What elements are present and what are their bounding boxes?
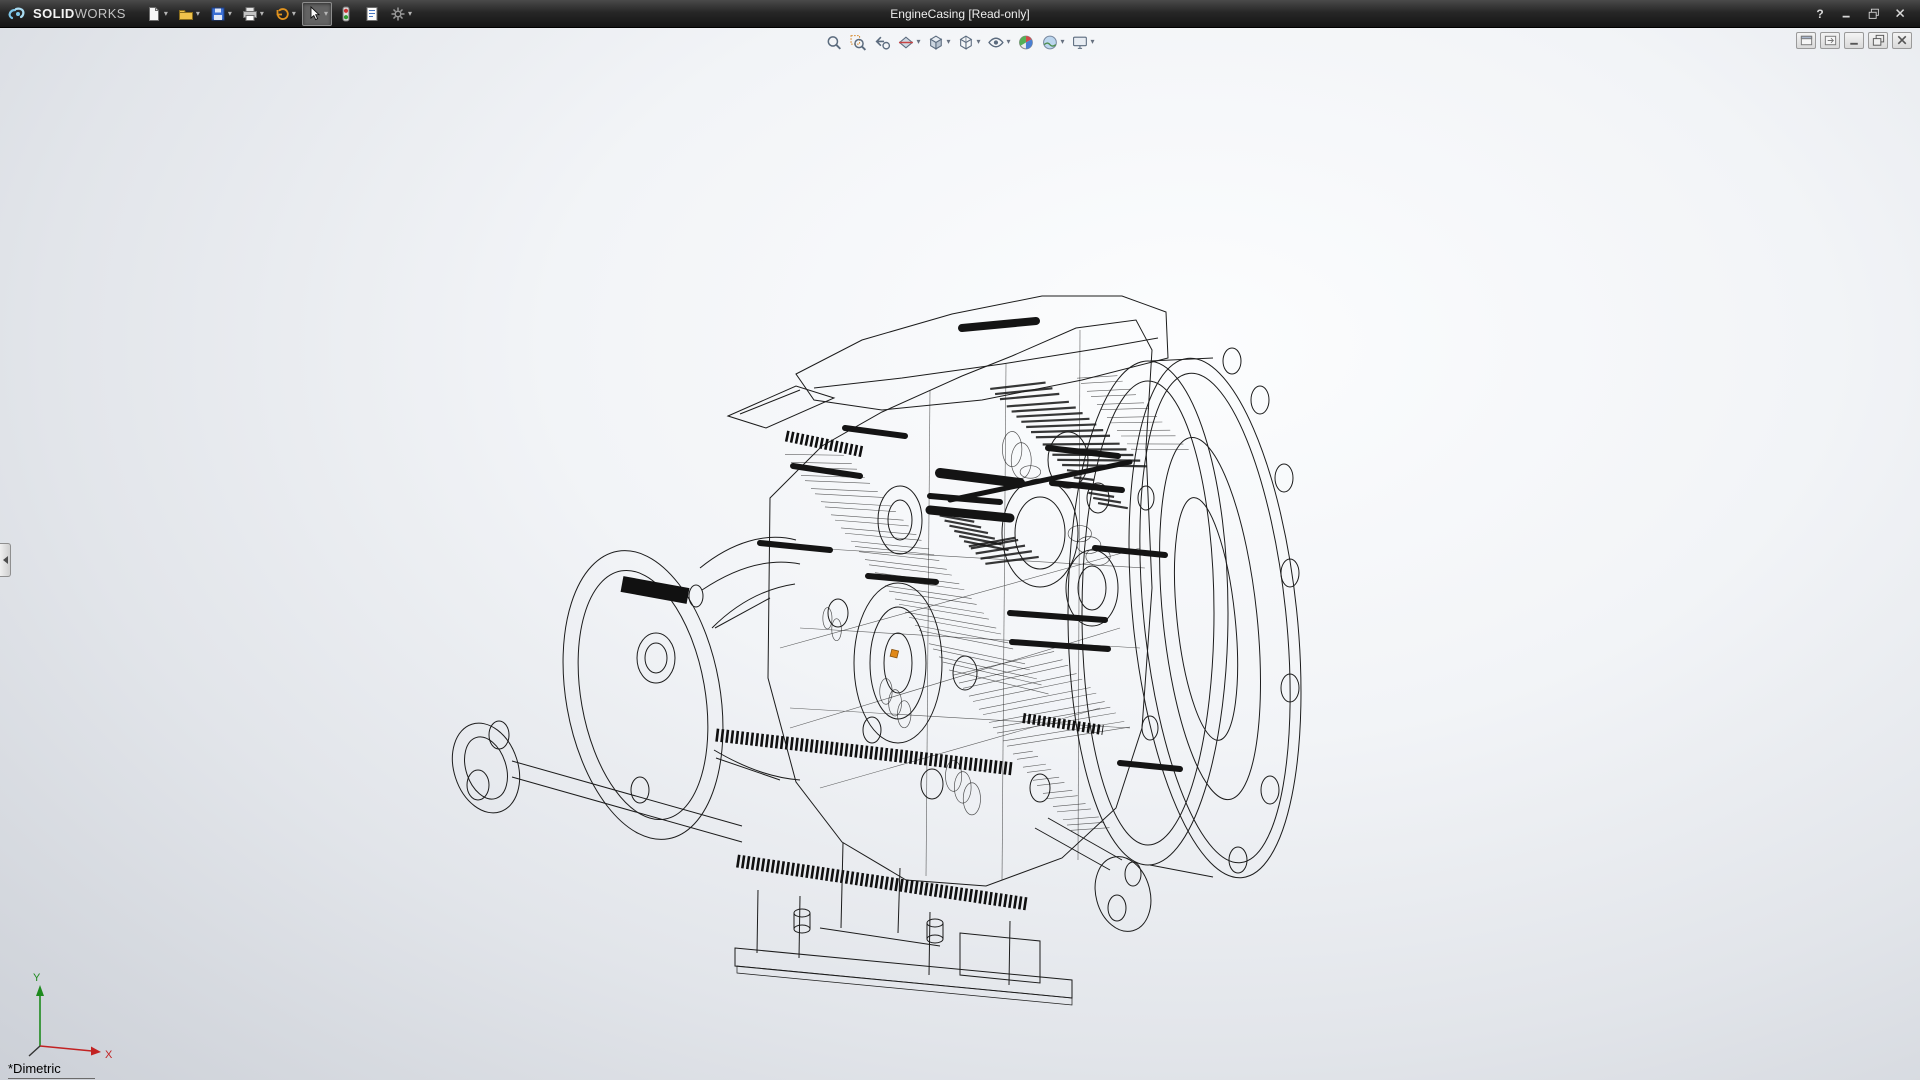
close-icon [1894, 7, 1908, 21]
undo-button[interactable]: ▾ [270, 2, 300, 26]
rear-mount-arm [1035, 818, 1159, 938]
rebuild-icon [338, 6, 354, 22]
options-icon [390, 6, 406, 22]
minimize-button[interactable] [1836, 5, 1858, 23]
options-button[interactable]: ▾ [386, 2, 416, 26]
dropdown-caret-icon[interactable]: ▾ [259, 10, 264, 18]
triad-y-arrow-icon [36, 985, 44, 996]
dropdown-caret-icon[interactable]: ▾ [195, 10, 200, 18]
restore-button[interactable] [1863, 5, 1885, 23]
main-housing [700, 296, 1168, 886]
main-toolbar: ▾ ▾ ▾ ▾ ▾ ▾ ▾ [142, 2, 416, 26]
front-mount-arm [441, 714, 742, 842]
triad-x-arrow-icon [91, 1047, 101, 1056]
view-orientation-label: *Dimetric [8, 1061, 95, 1079]
3ds-logo-icon [8, 5, 28, 23]
close-button[interactable] [1890, 5, 1912, 23]
print-icon [242, 6, 258, 22]
triad-z-axis-icon [29, 1046, 40, 1056]
solid-cylinder [622, 584, 688, 596]
dropdown-caret-icon[interactable]: ▾ [291, 10, 296, 18]
dropdown-caret-icon[interactable]: ▾ [407, 10, 412, 18]
new-document-icon [146, 6, 162, 22]
dropdown-caret-icon[interactable]: ▾ [323, 10, 328, 18]
brand-text: SOLIDWORKS [33, 5, 126, 23]
wireframe-geometry [441, 296, 1323, 1005]
restore-icon [1867, 7, 1881, 21]
dropdown-caret-icon[interactable]: ▾ [163, 10, 168, 18]
file-properties-button[interactable] [360, 2, 384, 26]
wireframe-engine-casing-model[interactable] [0, 28, 1920, 1080]
orientation-triad: Y X [6, 968, 126, 1064]
triad-y-label: Y [33, 972, 41, 984]
undo-icon [274, 6, 290, 22]
file-properties-icon [364, 6, 380, 22]
rebuild-button[interactable] [334, 2, 358, 26]
window-controls: ? [1809, 5, 1920, 23]
save-button[interactable]: ▾ [206, 2, 236, 26]
open-document-button[interactable]: ▾ [174, 2, 204, 26]
triad-x-label: X [105, 1049, 113, 1061]
open-document-icon [178, 6, 194, 22]
print-button[interactable]: ▾ [238, 2, 268, 26]
select-icon [306, 6, 322, 22]
help-button[interactable]: ? [1809, 5, 1831, 23]
graphics-area[interactable]: ▾▾▾▾▾▾ [0, 28, 1920, 1080]
new-document-button[interactable]: ▾ [142, 2, 172, 26]
solidworks-logo: SOLIDWORKS [0, 5, 142, 23]
dropdown-caret-icon[interactable]: ▾ [227, 10, 232, 18]
help-icon: ? [1816, 7, 1823, 21]
minimize-icon [1840, 7, 1854, 21]
select-button[interactable]: ▾ [302, 2, 332, 26]
save-icon [210, 6, 226, 22]
titlebar: SOLIDWORKS ▾▾▾▾▾▾▾ EngineCasing [Read-on… [0, 0, 1920, 28]
base-plate [735, 843, 1072, 1005]
origin-marker [890, 649, 898, 657]
